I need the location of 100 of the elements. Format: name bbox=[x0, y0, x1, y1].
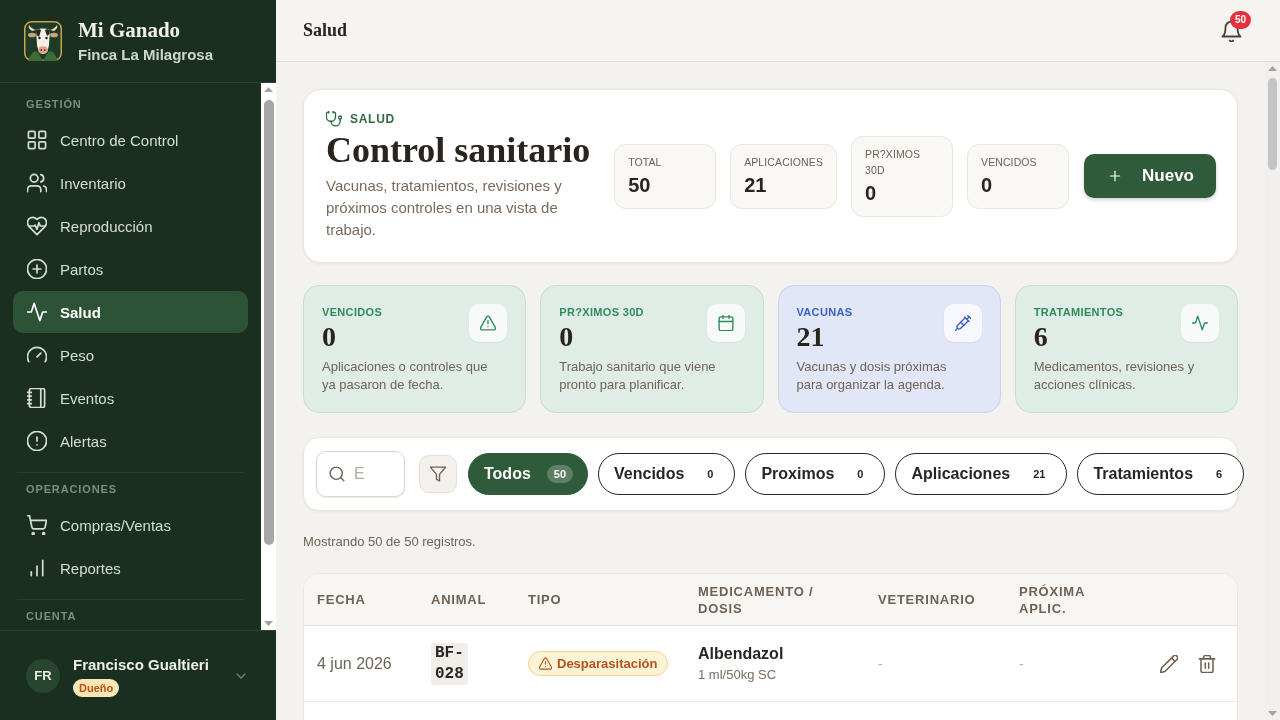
stat-label: VENCIDOS bbox=[981, 154, 1037, 170]
nav-item[interactable]: Centro de Control bbox=[13, 119, 248, 161]
brand-subtitle: Finca La Milagrosa bbox=[78, 44, 214, 65]
nav-item[interactable]: Peso bbox=[13, 334, 248, 376]
date-cell-text: 4 jun 2026 bbox=[317, 654, 393, 673]
card-value: 6 bbox=[1033, 320, 1049, 354]
delete-button[interactable] bbox=[1198, 654, 1216, 673]
cart-icon bbox=[27, 515, 47, 535]
syringe-icon bbox=[943, 304, 982, 342]
warning-icon bbox=[539, 657, 552, 670]
filter-button[interactable] bbox=[419, 455, 457, 493]
notebook-icon bbox=[27, 388, 47, 408]
card-value: 21 bbox=[796, 320, 826, 354]
scroll-up-icon[interactable] bbox=[264, 87, 273, 92]
animal-tag: BF-028 bbox=[431, 642, 468, 685]
section-eyebrow: SALUD bbox=[350, 111, 395, 127]
card-label: PR?XIMOS 30D bbox=[559, 305, 644, 319]
nav-item[interactable]: Compras/Ventas bbox=[13, 504, 248, 546]
section-label: GESTIÓN bbox=[25, 98, 83, 111]
stat-label: TOTAL bbox=[628, 154, 662, 170]
card-description: Trabajo sanitario que viene pronto para planificar. bbox=[559, 358, 717, 394]
scroll-up-icon[interactable] bbox=[1268, 66, 1277, 71]
card-description: Medicamentos, revisiones y acciones clínicas. bbox=[1033, 358, 1196, 394]
nav-item[interactable]: Inventario bbox=[13, 162, 248, 204]
nav-item[interactable]: Salud bbox=[13, 291, 248, 333]
stat-label: APLICACIONES bbox=[744, 154, 824, 170]
stat-value: 21 bbox=[744, 172, 768, 198]
count-label: 6 bbox=[1215, 467, 1224, 482]
stat-value: 0 bbox=[865, 180, 878, 206]
count-badge: 50 bbox=[546, 465, 574, 483]
scroll-thumb[interactable] bbox=[1268, 78, 1277, 170]
stat-label: PR?XIMOS 30D bbox=[865, 146, 921, 178]
scroll-down-icon[interactable] bbox=[1268, 711, 1277, 716]
gauge-icon bbox=[27, 345, 47, 365]
warning-icon bbox=[469, 304, 508, 342]
filter-chip[interactable]: Vencidos 0 bbox=[598, 453, 736, 495]
search-icon bbox=[329, 466, 345, 482]
column-header: PRÓXIMA APLIC. bbox=[1019, 582, 1086, 617]
nav-item[interactable]: Reportes bbox=[13, 547, 248, 589]
bar-chart-icon bbox=[27, 558, 47, 578]
brand-title: Mi Ganado bbox=[78, 17, 182, 42]
pulse-line-icon bbox=[27, 302, 47, 322]
cow-logo-icon bbox=[24, 21, 62, 61]
filter-chip[interactable]: Todos 50 bbox=[468, 453, 589, 495]
nav-item[interactable]: Partos bbox=[13, 248, 248, 290]
heart-pulse-icon bbox=[27, 216, 47, 236]
section-label: CUENTA bbox=[25, 610, 78, 623]
column-header: MEDICAMENTO / DOSIS bbox=[698, 582, 815, 617]
scrollbar[interactable] bbox=[261, 83, 276, 630]
notifications-button[interactable]: 50 bbox=[1221, 10, 1251, 42]
card-description: Aplicaciones o controles que ya pasaron de fecha. bbox=[322, 358, 489, 394]
nav-item[interactable]: Reproducción bbox=[13, 205, 248, 247]
calendar-icon bbox=[706, 304, 745, 342]
funnel-icon bbox=[430, 466, 446, 482]
count-label: 0 bbox=[706, 467, 715, 482]
column-header: TIPO bbox=[528, 591, 563, 608]
notification-badge: 50 bbox=[1229, 10, 1251, 29]
scroll-down-icon[interactable] bbox=[264, 621, 273, 626]
count-label: 21 bbox=[1032, 467, 1047, 482]
card-value: 0 bbox=[322, 320, 337, 354]
veterinarian-cell: - bbox=[878, 655, 883, 672]
stat-value: 0 bbox=[981, 172, 994, 198]
next-application-cell: - bbox=[1019, 655, 1024, 672]
pencil-icon bbox=[1160, 654, 1178, 673]
new-button[interactable]: Nuevo bbox=[1084, 154, 1216, 198]
nav-item[interactable]: Alertas bbox=[13, 420, 248, 462]
stethoscope-icon bbox=[326, 111, 342, 127]
trash-icon bbox=[1198, 654, 1216, 673]
card-label: VACUNAS bbox=[796, 305, 853, 319]
hero-description: Vacunas, tratamientos, revisiones y próximos controles en una vista de trabajo. bbox=[326, 176, 563, 240]
role-badge: Dueño bbox=[73, 678, 120, 697]
people-icon bbox=[27, 173, 47, 193]
type-label: Desparasitación bbox=[557, 656, 658, 671]
column-header: ANIMAL bbox=[431, 591, 488, 608]
card-description: Vacunas y dosis próximas para organizar la agenda. bbox=[796, 358, 948, 394]
filter-chip[interactable]: Proximos 0 bbox=[745, 453, 886, 495]
stat-value: 50 bbox=[628, 172, 652, 198]
pulse-line-icon bbox=[1181, 304, 1219, 342]
page-title: Salud bbox=[303, 20, 348, 41]
count-label: 0 bbox=[856, 467, 865, 482]
user-name: Francisco Gualtieri bbox=[73, 654, 209, 674]
hero-title: Control sanitario bbox=[326, 131, 592, 169]
column-header: VETERINARIO bbox=[878, 591, 977, 608]
filter-chip[interactable]: Aplicaciones 21 bbox=[895, 453, 1068, 495]
search-field[interactable]: E bbox=[316, 451, 405, 497]
edit-button[interactable] bbox=[1160, 654, 1178, 673]
column-header: FECHA bbox=[317, 591, 367, 608]
scroll-thumb[interactable] bbox=[263, 100, 274, 545]
dose-text: 1 ml/50kg SC bbox=[698, 666, 778, 683]
nav-item[interactable]: Eventos bbox=[13, 377, 248, 419]
medication-name: Albendazol bbox=[698, 644, 785, 664]
dashboard-grid-icon bbox=[27, 130, 47, 150]
results-summary: Mostrando 50 de 50 registros. bbox=[303, 533, 477, 551]
card-label: TRATAMIENTOS bbox=[1033, 305, 1124, 319]
card-value: 0 bbox=[559, 320, 575, 354]
filter-chip[interactable]: Tratamientos 6 bbox=[1077, 453, 1245, 495]
plus-icon bbox=[1108, 169, 1123, 183]
card-label: VENCIDOS bbox=[322, 305, 383, 319]
user-avatar: FR bbox=[26, 658, 60, 693]
section-label: OPERACIONES bbox=[25, 483, 118, 496]
